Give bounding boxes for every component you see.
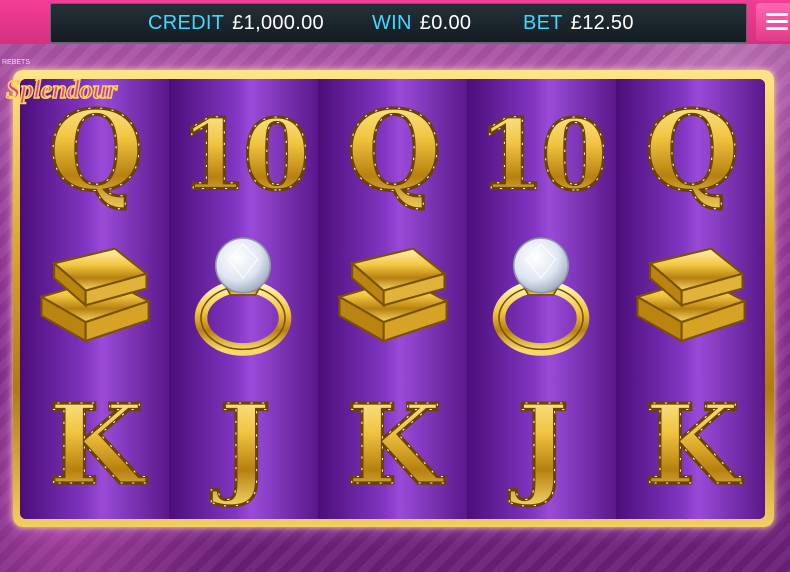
- svg-text:J: J: [211, 383, 267, 509]
- symbol-k: K K: [345, 383, 451, 509]
- svg-text:J: J: [509, 383, 565, 509]
- gold-bars-symbol: [634, 247, 748, 343]
- symbol-q: Q Q: [643, 89, 741, 215]
- reel-area: Q Q K K 10 10 J J Q Q K K 10 10 J J Q Q …: [20, 79, 765, 519]
- win-value: £0.00: [419, 12, 472, 34]
- svg-text:Q: Q: [645, 89, 736, 215]
- svg-text:10: 10: [180, 98, 306, 212]
- status-bar: CREDIT £1,000.00 WIN £0.00 BET £12.50: [50, 3, 747, 43]
- svg-text:K: K: [645, 383, 744, 509]
- diamond-ring-symbol: [492, 237, 590, 356]
- svg-text:Q: Q: [347, 89, 438, 215]
- logo-title: Splendour: [6, 75, 118, 104]
- symbol-10: 10 10: [478, 96, 604, 213]
- credit-value: £1,000.00: [232, 12, 324, 34]
- gold-bars-symbol: [336, 247, 450, 343]
- symbol-k: K K: [643, 383, 749, 509]
- credit-display: CREDIT £1,000.00: [148, 12, 324, 35]
- svg-text:K: K: [347, 383, 446, 509]
- credit-label: CREDIT: [148, 12, 225, 34]
- svg-text:K: K: [49, 383, 148, 509]
- bet-label: BET: [523, 12, 563, 34]
- symbol-k: K K: [47, 383, 153, 509]
- bet-display: BET £12.50: [523, 12, 634, 35]
- symbol-j: J J: [210, 383, 273, 509]
- win-label: WIN: [372, 12, 412, 34]
- gold-bars-symbol: [38, 247, 152, 343]
- symbol-q: Q Q: [345, 89, 443, 215]
- win-display: WIN £0.00: [372, 12, 471, 35]
- game-logo: REBETS Splendour: [2, 59, 119, 105]
- diamond-ring-symbol: [194, 237, 292, 356]
- menu-button[interactable]: [756, 3, 790, 41]
- symbol-10: 10 10: [180, 96, 306, 213]
- bet-value: £12.50: [570, 12, 634, 34]
- symbol-j: J J: [508, 383, 571, 509]
- hamburger-menu-icon: [766, 13, 788, 16]
- svg-text:10: 10: [478, 98, 604, 212]
- logo-top-text: REBETS: [2, 59, 30, 66]
